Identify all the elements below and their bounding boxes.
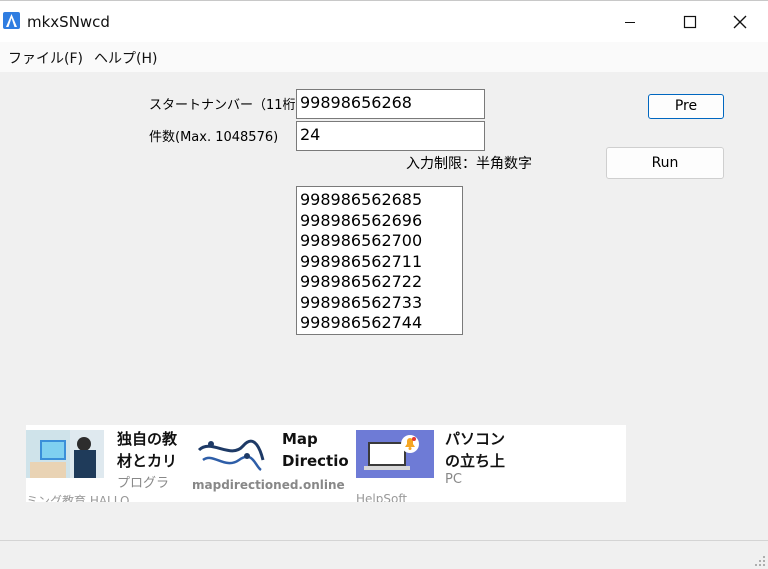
ad-title: Directio (282, 452, 349, 470)
maximize-button[interactable] (660, 1, 720, 43)
ad-programming[interactable]: 独自の教 材とカリ プログラ ミング教育 HALLO (26, 425, 191, 502)
maximize-icon (683, 15, 697, 29)
menu-bar: ファイル(F) ヘルプ(H) (0, 42, 768, 72)
ad-map-directions[interactable]: Map Directio mapdirectioned.online (191, 425, 356, 502)
ad-subtitle: mapdirectioned.online (192, 478, 345, 492)
ad-title: 材とカリ (117, 452, 178, 470)
list-item[interactable]: 998986562733 (300, 293, 459, 314)
count-input[interactable]: 24 (296, 121, 485, 151)
ad-pc-image (356, 430, 434, 478)
list-item[interactable]: 998986562685 (300, 190, 459, 211)
status-bar (0, 540, 768, 569)
results-list[interactable]: 998986562685 998986562696 998986562700 9… (296, 186, 463, 335)
ad-source: ミング教育 HALLO (26, 494, 130, 502)
minimize-icon (625, 22, 635, 23)
menu-file[interactable]: ファイル(F) (8, 48, 83, 68)
ad-map-image (191, 430, 269, 478)
list-item[interactable]: 998986562711 (300, 252, 459, 273)
close-icon (733, 15, 747, 29)
ad-programming-image (26, 430, 104, 478)
minimize-button[interactable] (600, 1, 660, 43)
ad-subtitle: プログラ (117, 476, 170, 491)
app-icon (3, 12, 20, 29)
window-title: mkxSNwcd (27, 13, 110, 31)
ad-pc-startup[interactable]: パソコン の立ち上 PC HelpSoft (356, 425, 521, 502)
resize-grip-icon[interactable] (754, 555, 766, 567)
pre-button[interactable]: Pre (648, 94, 724, 119)
ad-title: 独自の教 (117, 430, 178, 448)
ad-source: HelpSoft (356, 492, 408, 502)
run-button[interactable]: Run (606, 147, 724, 179)
close-button[interactable] (718, 1, 768, 43)
start-number-label: スタートナンバー（11桁） (149, 98, 309, 113)
ad-banner[interactable]: 独自の教 材とカリ プログラ ミング教育 HALLO Map Directio … (26, 425, 626, 502)
input-restriction-label: 入力制限：半角数字 (406, 156, 532, 172)
ad-title: の立ち上 (445, 452, 506, 470)
ad-subtitle: PC (445, 472, 462, 487)
menu-help[interactable]: ヘルプ(H) (94, 48, 157, 68)
list-item[interactable]: 998986562700 (300, 231, 459, 252)
count-label: 件数(Max. 1048576) (149, 130, 279, 145)
list-item[interactable]: 998986562744 (300, 313, 459, 334)
ad-title: パソコン (445, 430, 506, 448)
start-number-input[interactable]: 99898656268 (296, 89, 485, 119)
title-bar: mkxSNwcd (0, 0, 768, 43)
list-item[interactable]: 998986562722 (300, 272, 459, 293)
list-item[interactable]: 998986562696 (300, 211, 459, 232)
ad-title: Map (282, 430, 318, 448)
